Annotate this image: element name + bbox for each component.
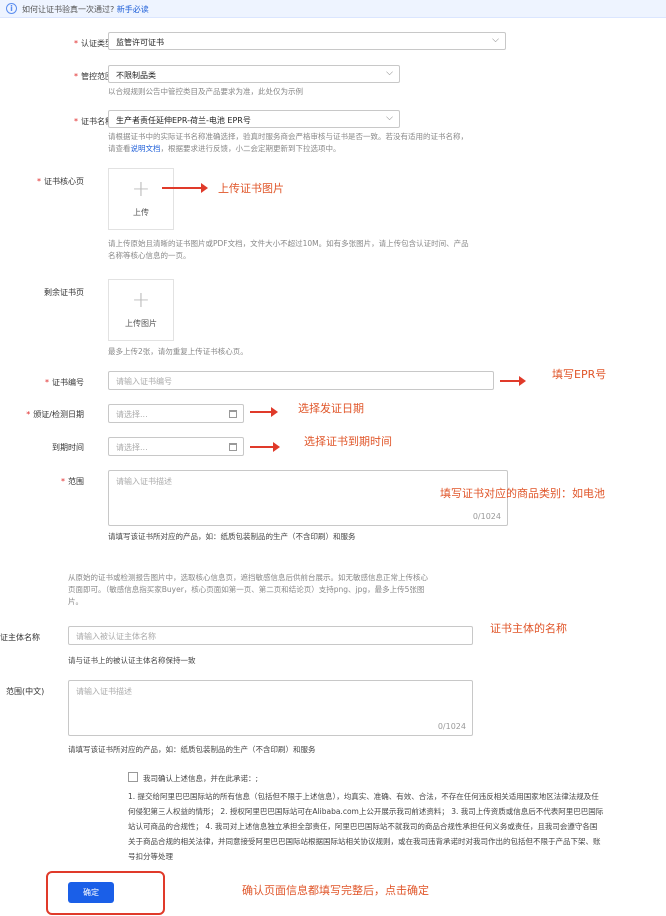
scope-cn-label: 范围(中文) (6, 687, 45, 696)
agree-checkbox[interactable] (128, 772, 138, 782)
cert-type-select[interactable]: 监管许可证书 ⌵ (108, 32, 506, 50)
cert-core-upload[interactable]: + 上传 (108, 168, 174, 230)
annotation-subject: 证书主体的名称 (490, 622, 567, 635)
cert-name-select[interactable]: 生产者责任延伸EPR-荷兰-电池 EPR号 ⌵ (108, 110, 400, 128)
subject-label: 认证主体名称 (0, 633, 40, 642)
calendar-icon (229, 410, 237, 418)
info-icon: i (6, 3, 17, 14)
issue-date-placeholder: 请选择... (116, 410, 148, 419)
plus-icon: + (131, 177, 151, 202)
cert-rest-label: 剩余证书页 (44, 288, 84, 297)
annotation-arrow (250, 442, 280, 452)
scope-cn-placeholder: 请输入证书描述 (76, 687, 132, 696)
banner-text: 如何让证书验真一次通过? 新手必读 (22, 5, 149, 14)
scope-cn-hint: 请填写该证书所对应的产品，如：纸质包装制品的生产（不含印刷）和服务 (68, 745, 316, 754)
scope-placeholder: 请输入证书描述 (116, 477, 172, 486)
cert-core-hint: 请上传原始且清晰的证书图片或PDF文档，文件大小不超过10M。如有多张图片，请上… (108, 239, 469, 260)
expire-date-label: 到期时间 (52, 443, 84, 452)
cert-no-placeholder: 请输入证书编号 (116, 377, 172, 386)
annotation-issue: 选择发证日期 (298, 402, 364, 415)
subject-input[interactable]: 请输入被认证主体名称 (68, 626, 473, 645)
cert-core-label: * 证书核心页 (37, 177, 84, 186)
extract-hint: 从原始的证书或检测报告图片中，选取核心信息页，遮挡敏感信息后供前台展示。如无敏感… (68, 573, 428, 606)
plus-icon: + (131, 288, 151, 313)
annotation-arrow (250, 407, 278, 417)
issue-date-input[interactable]: 请选择... (108, 404, 244, 423)
chevron-down-icon: ⌵ (386, 113, 393, 123)
upload-label: 上传 (133, 208, 149, 217)
cert-no-label: * 证书编号 (45, 378, 84, 387)
subject-hint: 请与证书上的被认证主体名称保持一致 (68, 656, 196, 665)
expire-date-placeholder: 请选择... (116, 443, 148, 452)
banner-link[interactable]: 新手必读 (117, 5, 149, 14)
scope-cn-textarea[interactable]: 请输入证书描述 0/1024 (68, 680, 473, 736)
annotation-epr: 填写EPR号 (552, 368, 607, 381)
cert-no-input[interactable]: 请输入证书编号 (108, 371, 494, 390)
chevron-down-icon: ⌵ (386, 68, 393, 78)
subject-placeholder: 请输入被认证主体名称 (76, 632, 156, 641)
cert-type-value: 监管许可证书 (116, 38, 164, 47)
agree-label: 我司确认上述信息，并在此承诺：; (143, 774, 259, 783)
scope-cn-counter: 0/1024 (437, 722, 466, 731)
scope-control-value: 不限制品类 (116, 71, 156, 80)
annotation-confirm: 确认页面信息都填写完整后，点击确定 (242, 884, 429, 897)
upload-label: 上传图片 (125, 319, 157, 328)
cert-name-hint: 请根据证书中的实际证书名称准确选择，验真时服务商会严格审核与证书是否一致。若没有… (108, 132, 468, 153)
confirm-button[interactable]: 确定 (68, 882, 114, 903)
annotation-upload: 上传证书图片 (218, 182, 284, 195)
calendar-icon (229, 443, 237, 451)
cert-rest-hint: 最多上传2张，请勿重复上传证书核心页。 (108, 347, 248, 356)
expire-date-input[interactable]: 请选择... (108, 437, 244, 456)
annotation-arrow (500, 376, 526, 386)
scope-hint: 请填写该证书所对应的产品，如：纸质包装制品的生产（不含印刷）和服务 (108, 532, 356, 541)
cert-name-value: 生产者责任延伸EPR-荷兰-电池 EPR号 (116, 116, 251, 125)
scope-control-select[interactable]: 不限制品类 ⌵ (108, 65, 400, 83)
scope-label: * 范围 (61, 477, 84, 486)
scope-control-hint: 以合规规则公告中管控类目及产品要求为准，此处仅为示例 (108, 87, 303, 96)
issue-date-label: * 颁证/检测日期 (26, 410, 84, 419)
doc-link[interactable]: 说明文档 (131, 144, 161, 153)
scope-counter: 0/1024 (472, 512, 501, 521)
chevron-down-icon: ⌵ (492, 35, 499, 45)
cert-rest-upload[interactable]: + 上传图片 (108, 279, 174, 341)
agreement-terms: 1. 提交给阿里巴巴国际站的所有信息（包括但不限于上述信息），均真实、准确、有效… (128, 792, 604, 861)
annotation-arrow (162, 183, 208, 193)
annotation-expire: 选择证书到期时间 (304, 435, 392, 448)
annotation-category: 填写证书对应的商品类别：如电池 (440, 487, 605, 500)
